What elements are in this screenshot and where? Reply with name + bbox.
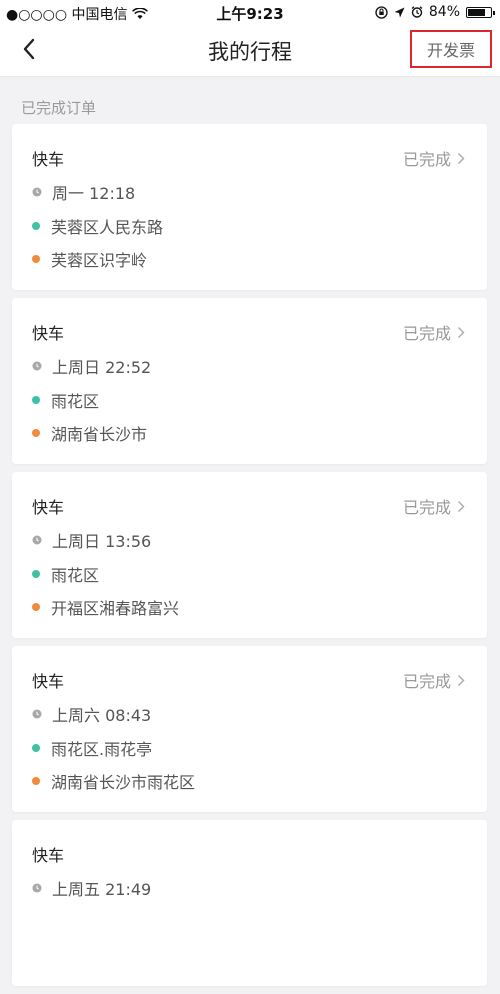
clock-icon bbox=[32, 361, 42, 371]
trip-end: 开福区湘春路富兴 bbox=[51, 599, 180, 618]
trip-start: 芙蓉区人民东路 bbox=[51, 218, 164, 237]
clock-icon bbox=[32, 709, 42, 719]
trip-time-row: 上周六 08:43 bbox=[32, 702, 151, 726]
start-dot-icon bbox=[32, 222, 40, 230]
trip-time: 周一 12:18 bbox=[52, 184, 136, 203]
chevron-right-icon bbox=[458, 152, 465, 164]
trip-status[interactable]: 已完成 bbox=[403, 146, 465, 170]
trip-type: 快车 bbox=[32, 498, 65, 517]
trip-end-row: 开福区湘春路富兴 bbox=[32, 595, 179, 619]
trip-time: 上周日 13:56 bbox=[52, 532, 152, 551]
trip-end-row: 湖南省长沙市雨花区 bbox=[32, 769, 195, 793]
start-dot-icon bbox=[32, 570, 40, 578]
trip-end: 湖南省长沙市 bbox=[51, 425, 148, 444]
trip-time-row: 上周五 21:49 bbox=[32, 876, 151, 900]
trip-start-row: 雨花区.雨花亭 bbox=[32, 736, 152, 760]
trip-status-label: 已完成 bbox=[402, 498, 451, 517]
chevron-right-icon bbox=[458, 500, 465, 512]
trip-list: 快车 已完成 周一 12:18 芙蓉区人民东路 芙蓉区识字岭 快车 已完成 上周… bbox=[12, 124, 487, 994]
trip-type: 快车 bbox=[32, 324, 65, 343]
status-bar: ●○○○○ 中国电信 上午9:23 84% bbox=[0, 0, 500, 24]
chevron-right-icon bbox=[458, 326, 465, 338]
trip-card[interactable]: 快车 上周五 21:49 bbox=[12, 820, 487, 986]
trip-card[interactable]: 快车 已完成 上周日 13:56 雨花区 开福区湘春路富兴 bbox=[12, 472, 487, 638]
end-dot-icon bbox=[32, 603, 40, 611]
trip-end-row: 芙蓉区识字岭 bbox=[32, 247, 147, 271]
trip-card[interactable]: 快车 已完成 上周日 22:52 雨花区 湖南省长沙市 bbox=[12, 298, 487, 464]
trip-start: 雨花区.雨花亭 bbox=[51, 740, 153, 759]
trip-time-row: 周一 12:18 bbox=[32, 180, 135, 204]
clock-icon bbox=[32, 883, 42, 893]
end-dot-icon bbox=[32, 429, 40, 437]
chevron-right-icon bbox=[458, 674, 465, 686]
end-dot-icon bbox=[32, 777, 40, 785]
location-arrow-icon bbox=[394, 7, 405, 17]
trip-time: 上周日 22:52 bbox=[52, 358, 152, 377]
status-right: 84% bbox=[375, 4, 495, 20]
battery-icon bbox=[466, 6, 495, 18]
section-label: 已完成订单 bbox=[21, 99, 97, 117]
trip-status[interactable]: 已完成 bbox=[403, 494, 465, 518]
trip-end: 芙蓉区识字岭 bbox=[51, 251, 148, 270]
trip-time-row: 上周日 22:52 bbox=[32, 354, 151, 378]
trip-card[interactable]: 快车 已完成 上周六 08:43 雨花区.雨花亭 湖南省长沙市雨花区 bbox=[12, 646, 487, 812]
trip-time-row: 上周日 13:56 bbox=[32, 528, 151, 552]
trip-type: 快车 bbox=[32, 672, 65, 691]
nav-bar: 我的行程 开发票 bbox=[0, 24, 500, 77]
battery-fill bbox=[468, 8, 485, 16]
trip-start-row: 芙蓉区人民东路 bbox=[32, 214, 163, 238]
trip-start: 雨花区 bbox=[51, 566, 100, 585]
invoice-button[interactable]: 开发票 bbox=[410, 30, 492, 68]
trip-status-label: 已完成 bbox=[402, 150, 451, 169]
trip-card[interactable]: 快车 已完成 周一 12:18 芙蓉区人民东路 芙蓉区识字岭 bbox=[12, 124, 487, 290]
trip-status[interactable]: 已完成 bbox=[403, 320, 465, 344]
trip-time: 上周五 21:49 bbox=[52, 880, 152, 899]
trip-end-row: 湖南省长沙市 bbox=[32, 421, 147, 445]
clock-icon bbox=[32, 187, 42, 197]
trip-start: 雨花区 bbox=[51, 392, 100, 411]
start-dot-icon bbox=[32, 744, 40, 752]
start-dot-icon bbox=[32, 396, 40, 404]
trip-start-row: 雨花区 bbox=[32, 562, 99, 586]
trip-time: 上周六 08:43 bbox=[52, 706, 152, 725]
rotation-lock-icon bbox=[375, 5, 388, 19]
trip-start-row: 雨花区 bbox=[32, 388, 99, 412]
trip-type: 快车 bbox=[32, 846, 65, 865]
trip-end: 湖南省长沙市雨花区 bbox=[51, 773, 196, 792]
trip-status[interactable]: 已完成 bbox=[403, 668, 465, 692]
trip-status-label: 已完成 bbox=[402, 672, 451, 691]
alarm-icon bbox=[411, 6, 423, 18]
clock-icon bbox=[32, 535, 42, 545]
trip-type: 快车 bbox=[32, 150, 65, 169]
end-dot-icon bbox=[32, 255, 40, 263]
battery-percent: 84% bbox=[428, 4, 460, 20]
trip-status-label: 已完成 bbox=[402, 324, 451, 343]
